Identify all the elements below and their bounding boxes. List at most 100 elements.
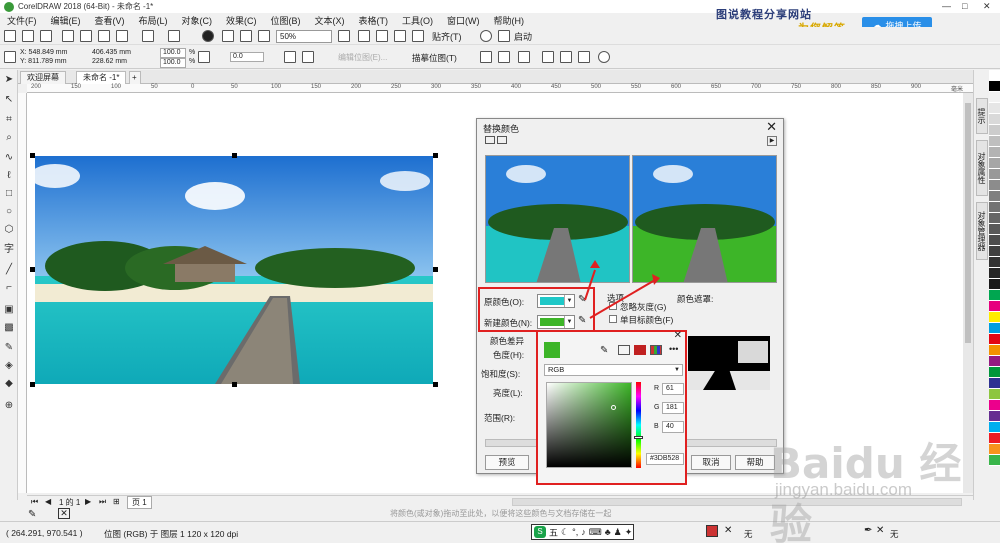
palette-swatch[interactable] <box>989 367 1000 378</box>
selection-handle[interactable] <box>232 153 237 158</box>
menu-layout[interactable]: 布局(L) <box>132 14 175 27</box>
eyedropper-small-icon[interactable]: ✎ <box>28 509 36 520</box>
scrollbar-thumb[interactable] <box>965 103 971 343</box>
menu-object[interactable]: 对象(C) <box>175 14 220 27</box>
selection-handle[interactable] <box>30 267 35 272</box>
export-icon[interactable] <box>240 30 252 42</box>
palette-swatch[interactable] <box>989 246 1000 257</box>
selection-handle[interactable] <box>433 267 438 272</box>
palette-swatch[interactable] <box>989 169 1000 180</box>
punctuation-icon[interactable]: °, <box>572 527 578 537</box>
artistic-media-icon[interactable]: ℓ <box>3 170 15 182</box>
selection-handle[interactable] <box>30 382 35 387</box>
snap-icon[interactable] <box>412 30 424 42</box>
reset-icon[interactable] <box>578 51 590 63</box>
help-button[interactable]: 帮助 <box>735 455 775 470</box>
palette-icon[interactable] <box>650 345 662 355</box>
shape-tool-icon[interactable]: ↖ <box>3 94 15 106</box>
dock-tab-hints[interactable]: 提示 <box>976 98 988 134</box>
print-icon[interactable] <box>116 30 128 42</box>
palette-swatch[interactable] <box>989 411 1000 422</box>
resample-icon[interactable] <box>498 51 510 63</box>
person-icon[interactable]: ♟ <box>614 527 622 538</box>
fill-none-icon[interactable]: ✕ <box>724 525 732 536</box>
crop-bitmap-icon[interactable] <box>480 51 492 63</box>
interactive-fill-icon[interactable]: ◈ <box>3 360 15 372</box>
maximize-button[interactable]: □ <box>962 1 967 11</box>
palette-swatch[interactable] <box>989 356 1000 367</box>
palette-swatch[interactable] <box>989 400 1000 411</box>
horizontal-ruler[interactable]: 200 150 100 50 0 50 100 150 200 250 300 350 400 450 50… <box>27 84 973 93</box>
connector-icon[interactable]: ⌐ <box>3 282 15 294</box>
palette-swatch[interactable] <box>989 213 1000 224</box>
ime-mode[interactable]: 五 <box>549 526 558 539</box>
palette-swatch[interactable] <box>989 92 1000 103</box>
dialog-close-button[interactable]: ✕ <box>766 119 777 135</box>
palette-swatch[interactable] <box>989 235 1000 246</box>
palette-swatch[interactable] <box>989 125 1000 136</box>
menu-effects[interactable]: 效果(C) <box>219 14 264 27</box>
smart-fill-icon[interactable]: ◆ <box>3 378 15 390</box>
next-page-icon[interactable]: ▶ <box>85 497 91 506</box>
new-document-icon[interactable] <box>4 30 16 42</box>
freehand-tool-icon[interactable]: ∿ <box>3 152 15 164</box>
palette-swatch[interactable] <box>989 279 1000 290</box>
trace-bitmap-button[interactable]: 描摹位图(T) <box>412 52 457 64</box>
crop-tool-icon[interactable]: ⌗ <box>3 114 15 126</box>
split-preview-icon[interactable] <box>485 136 495 144</box>
menu-window[interactable]: 窗口(W) <box>440 14 487 27</box>
palette-swatch[interactable] <box>989 257 1000 268</box>
cut-icon[interactable] <box>62 30 74 42</box>
eyedropper-icon[interactable]: ✎ <box>3 342 15 354</box>
cancel-button[interactable]: 取消 <box>691 455 731 470</box>
grid-icon[interactable] <box>376 30 388 42</box>
launch-dropdown[interactable]: 启动 <box>514 30 532 43</box>
palette-swatch[interactable] <box>989 136 1000 147</box>
close-button[interactable]: ✕ <box>983 1 991 12</box>
prev-page-icon[interactable]: ◀ <box>45 497 51 506</box>
hex-input[interactable]: #3DB528 <box>646 453 684 465</box>
undo-icon[interactable] <box>142 30 154 42</box>
palette-swatch[interactable] <box>989 202 1000 213</box>
mirror-horizontal-icon[interactable] <box>284 51 296 63</box>
beach-photo[interactable] <box>35 156 433 384</box>
new-tab-button[interactable]: + <box>129 71 141 84</box>
tab-untitled[interactable]: 未命名 -1* <box>76 71 127 84</box>
zoom-level-select[interactable]: 50% <box>276 30 332 43</box>
menu-tools[interactable]: 工具(O) <box>395 14 440 27</box>
menu-bitmaps[interactable]: 位图(B) <box>264 14 308 27</box>
selection-handle[interactable] <box>433 382 438 387</box>
save-icon[interactable] <box>40 30 52 42</box>
scale-x-field[interactable]: 100.0 <box>160 48 186 58</box>
single-preview-icon[interactable] <box>497 136 507 144</box>
corel-connect-icon[interactable] <box>202 30 214 42</box>
drop-shadow-icon[interactable]: ▣ <box>3 304 15 316</box>
color-viewer-icon[interactable] <box>634 345 646 355</box>
r-input[interactable]: 61 <box>662 383 684 395</box>
menu-file[interactable]: 文件(F) <box>0 14 44 27</box>
selection-handle[interactable] <box>30 153 35 158</box>
palette-swatch[interactable] <box>989 103 1000 114</box>
palette-swatch[interactable] <box>989 70 1000 81</box>
rotation-angle-field[interactable]: 0.0 <box>230 52 264 62</box>
color-model-select[interactable]: RGB ▼ <box>544 364 683 376</box>
moon-icon[interactable]: ☾ <box>561 527 569 538</box>
palette-swatch[interactable] <box>989 268 1000 279</box>
color-palette[interactable] <box>989 70 1000 466</box>
unlink-icon[interactable] <box>560 51 572 63</box>
color-cursor[interactable] <box>611 405 616 410</box>
palette-swatch[interactable] <box>989 224 1000 235</box>
sogou-logo-icon[interactable]: S <box>534 526 546 538</box>
copy-icon[interactable] <box>80 30 92 42</box>
palette-swatch[interactable] <box>989 378 1000 389</box>
redo-icon[interactable] <box>168 30 180 42</box>
tab-welcome[interactable]: 欢迎屏幕 <box>20 71 66 84</box>
palette-swatch[interactable] <box>989 191 1000 202</box>
open-icon[interactable] <box>22 30 34 42</box>
menu-view[interactable]: 查看(V) <box>88 14 132 27</box>
settings-gear-icon[interactable] <box>480 30 492 42</box>
fill-indicator-icon[interactable] <box>706 525 718 537</box>
g-input[interactable]: 181 <box>662 402 684 414</box>
keyboard-icon[interactable]: ⌨ <box>589 527 602 538</box>
palette-swatch[interactable] <box>989 180 1000 191</box>
